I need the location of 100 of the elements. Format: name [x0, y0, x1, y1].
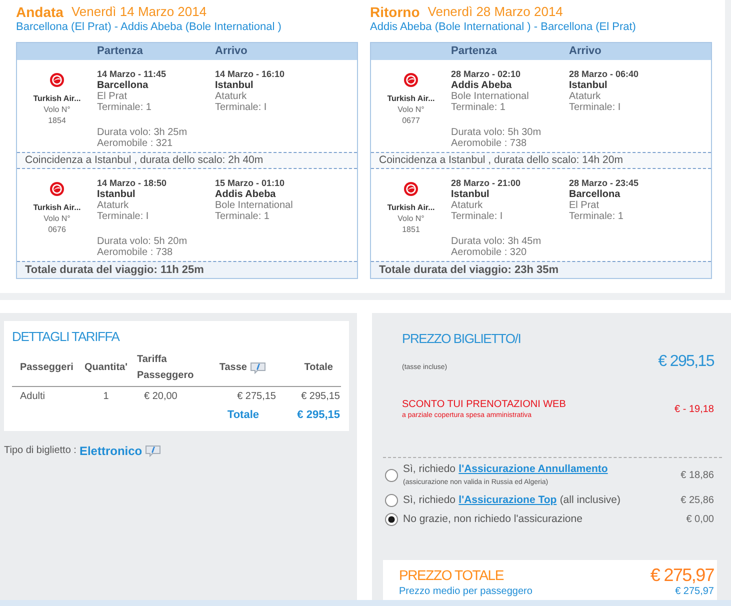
- terminal-text: Terminale: I: [215, 102, 267, 113]
- datetime-text: 15 Marzo - 01:10: [215, 178, 285, 189]
- airline-name: Turkish Air...: [387, 202, 435, 213]
- airport-name: El Prat: [569, 200, 600, 211]
- aircraft-text: Aeromobile : 321: [97, 138, 173, 149]
- table-cell: 1: [103, 391, 109, 402]
- price-title: PREZZO BIGLIETTO/I: [402, 330, 521, 348]
- city-name: Barcellona: [569, 189, 620, 200]
- ticket-type-label: Tipo di biglietto :: [4, 444, 76, 458]
- duration-text: Durata volo: 5h 30m: [451, 127, 542, 138]
- city-name: Istanbul: [451, 189, 490, 200]
- ticket-type-value: Elettronico: [79, 443, 142, 459]
- total-label: Totale: [227, 409, 259, 421]
- terminal-text: Terminale: I: [97, 211, 149, 222]
- airport-name: Ataturk: [451, 200, 483, 211]
- terminal-text: Terminale: 1: [569, 211, 624, 222]
- info-icon[interactable]: [250, 362, 266, 374]
- direction-label: Ritorno: [370, 3, 420, 21]
- terminal-text: Terminale: 1: [215, 211, 270, 222]
- airline-logo-icon: [50, 182, 64, 196]
- airport-name: Ataturk: [215, 91, 247, 102]
- flight-label: Volo N°: [44, 213, 70, 224]
- airport-name: Bole International: [215, 200, 293, 211]
- option-label: Sì, richiedo l'Assicurazione Annullamento: [403, 463, 608, 476]
- route-text: Barcellona (El Prat) - Addis Abeba (Bole International ): [16, 21, 282, 33]
- duration-text: Durata volo: 3h 25m: [97, 127, 188, 138]
- date-label: Venerdì 14 Marzo 2014: [71, 3, 207, 21]
- connection-info: Coincidenza a Istanbul , durata dello scalo: 14h 20m: [371, 152, 711, 169]
- table-cell: € 275,15: [237, 391, 276, 402]
- datetime-text: 14 Marzo - 18:50: [97, 178, 167, 189]
- datetime-text: 28 Marzo - 06:40: [569, 69, 639, 80]
- datetime-text: 14 Marzo - 11:45: [97, 69, 166, 80]
- aircraft-text: Aeromobile : 738: [451, 138, 527, 149]
- datetime-text: 14 Marzo - 16:10: [215, 69, 285, 80]
- total-title: PREZZO TOTALE: [399, 566, 504, 585]
- flight-number: 1851: [402, 224, 420, 235]
- column-header: Tariffa Passeggero: [137, 353, 195, 383]
- total-amount: € 275,97: [650, 565, 714, 585]
- table-cell: € 295,15: [301, 391, 340, 402]
- column-header: Quantita': [84, 361, 128, 375]
- airport-name: Ataturk: [97, 200, 129, 211]
- total-duration: Totale durata del viaggio: 23h 35m: [371, 261, 711, 278]
- airline-logo-icon: [404, 73, 418, 87]
- option-price: € 18,86: [680, 470, 715, 481]
- column-header: Arrivo: [215, 44, 248, 59]
- table-cell: Adulti: [20, 391, 46, 402]
- radio-button[interactable]: [385, 513, 398, 526]
- radio-button[interactable]: [385, 494, 398, 507]
- total-duration: Totale durata del viaggio: 11h 25m: [17, 261, 357, 278]
- city-name: Istanbul: [97, 189, 136, 200]
- route-text: Addis Abeba (Bole International ) - Barcellona (El Prat): [370, 21, 636, 33]
- insurance-link[interactable]: l'Assicurazione Annullamento: [458, 463, 608, 475]
- duration-text: Durata volo: 3h 45m: [451, 236, 542, 247]
- airline-name: Turkish Air...: [33, 93, 81, 104]
- column-header: Tasse: [219, 361, 247, 375]
- terminal-text: Terminale: 1: [451, 102, 506, 113]
- average-amount: € 275,97: [675, 585, 714, 598]
- datetime-text: 28 Marzo - 21:00: [451, 178, 521, 189]
- total-value: € 295,15: [297, 409, 340, 421]
- city-name: Barcellona: [97, 80, 148, 91]
- connection-info: Coincidenza a Istanbul , durata dello scalo: 2h 40m: [17, 152, 357, 169]
- airline-logo-icon: [50, 73, 64, 87]
- airline-name: Turkish Air...: [387, 93, 435, 104]
- terminal-text: Terminale: I: [569, 102, 621, 113]
- duration-text: Durata volo: 5h 20m: [97, 236, 188, 247]
- insurance-link[interactable]: l'Assicurazione Top: [458, 494, 557, 506]
- aircraft-text: Aeromobile : 738: [97, 247, 173, 258]
- column-header: Partenza: [97, 44, 143, 59]
- airline-logo-icon: [404, 182, 418, 196]
- airline-name: Turkish Air...: [33, 202, 81, 213]
- city-name: Istanbul: [215, 80, 254, 91]
- flight-label: Volo N°: [398, 213, 424, 224]
- date-label: Venerdì 28 Marzo 2014: [428, 3, 563, 21]
- option-label: No grazie, non richiedo l'assicurazione: [403, 513, 582, 526]
- terminal-text: Terminale: I: [451, 211, 503, 222]
- aircraft-text: Aeromobile : 320: [451, 247, 527, 258]
- airport-name: Bole International: [451, 91, 529, 102]
- column-header: Partenza: [451, 44, 497, 59]
- option-label: Sì, richiedo l'Assicurazione Top (all inclusive): [403, 494, 620, 507]
- airport-name: El Prat: [97, 91, 128, 102]
- flight-number: 1854: [48, 115, 66, 126]
- column-header: Arrivo: [569, 44, 602, 59]
- table-cell: € 20,00: [144, 391, 178, 402]
- column-header: Passeggeri: [20, 361, 74, 375]
- flight-label: Volo N°: [44, 104, 70, 115]
- radio-button[interactable]: [385, 469, 398, 482]
- discount-title: SCONTO TUI PRENOTAZIONI WEB: [402, 398, 566, 411]
- flight-number: 0677: [402, 115, 420, 126]
- option-price: € 0,00: [686, 514, 715, 525]
- fare-title: DETTAGLI TARIFFA: [12, 328, 120, 346]
- info-icon[interactable]: [145, 445, 162, 457]
- flight-number: 0676: [48, 224, 66, 235]
- city-name: Addis Abeba: [451, 80, 512, 91]
- datetime-text: 28 Marzo - 23:45: [569, 178, 639, 189]
- average-label: Prezzo medio per passeggero: [399, 585, 532, 598]
- ticket-price: € 295,15: [658, 352, 714, 372]
- direction-label: Andata: [16, 3, 64, 21]
- flight-label: Volo N°: [398, 104, 424, 115]
- column-header: Totale: [304, 361, 333, 375]
- airport-name: Ataturk: [569, 91, 601, 102]
